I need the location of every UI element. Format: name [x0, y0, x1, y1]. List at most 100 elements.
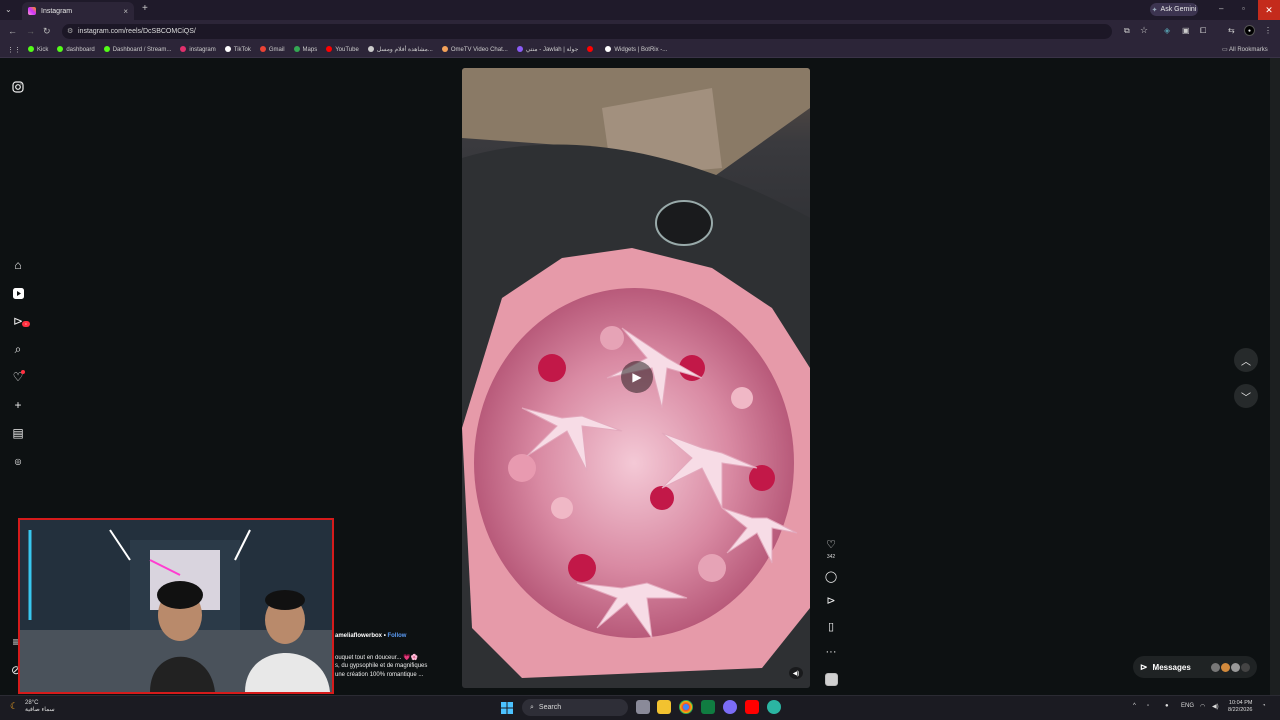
extension-1-icon[interactable]: ◈: [1164, 26, 1170, 35]
bookmark-star-icon[interactable]: ☆: [1140, 25, 1148, 36]
all-bookmarks-button[interactable]: ▭ All Rookmarks: [1222, 46, 1268, 53]
apps-grid-icon[interactable]: ⋮⋮: [7, 46, 21, 54]
file-explorer-icon[interactable]: [657, 700, 671, 714]
bookmark-item[interactable]: instagram: [180, 46, 216, 53]
save-bookmark-icon[interactable]: ▯: [824, 620, 838, 633]
avatar: [1231, 662, 1240, 672]
tab-title: Instagram: [41, 7, 73, 15]
tray-app-icon[interactable]: ▫: [1147, 703, 1149, 709]
windows-start-icon[interactable]: [501, 701, 513, 714]
messages-count-badge: •: [22, 321, 30, 327]
tab-list-chevron-icon[interactable]: ⌄: [5, 5, 12, 14]
search-icon[interactable]: ⌕: [11, 342, 25, 356]
forward-icon[interactable]: →: [26, 26, 35, 36]
avatar: [1221, 662, 1230, 672]
taskbar-search[interactable]: ⌕ Search: [522, 699, 628, 716]
search-icon: ⌕: [530, 703, 534, 711]
reel-author[interactable]: ameliaflowerbox • Follow: [335, 633, 406, 639]
webcam-overlay: [18, 518, 334, 694]
date: 8/22/2026: [1228, 707, 1253, 713]
extensions-puzzle-icon[interactable]: ⧠: [1200, 26, 1206, 36]
follow-button[interactable]: Follow: [387, 633, 406, 639]
bookmark-item[interactable]: YouTube: [326, 46, 359, 53]
bookmark-item[interactable]: TikTok: [224, 46, 251, 53]
ask-gemini-label: Ask Gemini: [1160, 6, 1197, 13]
mute-toggle-icon[interactable]: ◀): [789, 667, 803, 679]
weather-desc: سماء صافية: [25, 707, 55, 713]
tray-chevron-icon[interactable]: ^: [1133, 703, 1136, 709]
weather-temp: 28°C: [25, 700, 39, 706]
time: 10:04 PM: [1228, 700, 1253, 706]
bookmark-item[interactable]: منتي - Jawlah | جولة: [516, 46, 578, 53]
next-reel-button[interactable]: ﹀: [1234, 384, 1258, 408]
previous-reel-button[interactable]: ︿: [1234, 348, 1258, 372]
messages-button[interactable]: ⊳ Messages: [1133, 656, 1257, 678]
tab-close-icon[interactable]: ×: [123, 7, 128, 16]
bookmark-item[interactable]: OmeTV Video Chat...: [441, 46, 508, 53]
bookmark-item[interactable]: Gmail: [259, 46, 285, 53]
bookmark-item[interactable]: Kick: [28, 46, 48, 53]
volume-icon[interactable]: ◀): [1212, 703, 1219, 710]
audio-thumbnail[interactable]: [825, 673, 838, 686]
chrome-icon[interactable]: [679, 700, 693, 714]
task-view-icon[interactable]: [636, 700, 650, 714]
instagram-logo-icon[interactable]: [11, 80, 25, 94]
reload-icon[interactable]: ↻: [43, 26, 51, 37]
like-heart-icon[interactable]: ♡: [824, 538, 838, 551]
bookmark-item[interactable]: Widgets | BotRix -...: [605, 46, 667, 53]
bookmark-item[interactable]: Maps: [293, 46, 317, 53]
new-tab-button[interactable]: +: [142, 3, 148, 14]
restore-button[interactable]: ▫: [1242, 4, 1245, 13]
comment-icon[interactable]: ◯: [824, 570, 838, 583]
author-username[interactable]: ameliaflowerbox: [335, 633, 382, 639]
avatar: [1211, 662, 1220, 672]
dashboard-icon[interactable]: ▤: [11, 426, 25, 440]
avatar: [1241, 662, 1250, 672]
messenger-icon[interactable]: [723, 700, 737, 714]
close-window-button[interactable]: ✕: [1258, 0, 1280, 20]
notification-dot: [21, 370, 25, 374]
ask-gemini-button[interactable]: ✦ Ask Gemini: [1150, 3, 1198, 16]
profile-avatar[interactable]: ●: [1244, 25, 1255, 36]
back-icon[interactable]: ←: [8, 26, 17, 36]
extension-2-icon[interactable]: ▣: [1182, 26, 1190, 35]
youtube-icon[interactable]: [745, 700, 759, 714]
browser-menu-icon[interactable]: ⋮: [1264, 26, 1272, 35]
wifi-icon[interactable]: ◠: [1200, 703, 1205, 710]
bookmark-item[interactable]: dashboard: [57, 46, 95, 53]
weather-icon: ☾: [10, 701, 19, 711]
webcam-feed: [20, 520, 332, 692]
site-info-icon[interactable]: ⚙: [67, 27, 73, 35]
share-icon[interactable]: ⊳: [824, 594, 838, 607]
notifications-bell-icon[interactable]: ◔: [1262, 703, 1266, 709]
reels-icon[interactable]: [11, 286, 25, 300]
minimize-button[interactable]: –: [1219, 4, 1223, 13]
more-options-icon[interactable]: ···: [824, 646, 838, 658]
excel-icon[interactable]: [701, 700, 715, 714]
install-app-icon[interactable]: ⧉: [1124, 26, 1130, 36]
page-scrollbar[interactable]: [1270, 58, 1280, 695]
like-count: 342: [826, 554, 836, 560]
home-icon[interactable]: ⌂: [11, 258, 25, 272]
clock[interactable]: 10:04 PM 8/22/2026: [1228, 700, 1252, 714]
bookmarks-bar: ⋮⋮ Kick dashboard Dashboard / Stream... …: [0, 42, 1280, 58]
bookmark-item[interactable]: Dashboard / Stream...: [103, 46, 171, 53]
cast-icon[interactable]: ⇆: [1228, 26, 1235, 35]
create-plus-icon[interactable]: +: [11, 398, 25, 412]
play-button[interactable]: ▶: [621, 361, 653, 393]
microphone-icon[interactable]: ●: [1165, 703, 1169, 709]
edge-icon[interactable]: [767, 700, 781, 714]
address-bar[interactable]: ⚙ instagram.com/reels/DcSBCOMCiQS/: [62, 24, 1112, 39]
profile-avatar-icon[interactable]: ◎: [11, 454, 25, 468]
language-indicator[interactable]: ENG: [1181, 703, 1194, 709]
weather-widget[interactable]: 28°C سماء صافية: [25, 700, 55, 714]
instagram-favicon-icon: [28, 7, 36, 15]
tab-instagram[interactable]: Instagram ×: [22, 2, 134, 20]
bookmark-item[interactable]: مشاهدة أفلام ومسل...: [367, 46, 433, 53]
folder-icon: ▭: [1222, 47, 1230, 53]
caption-line: s, du gypsophile et de magnifiques: [335, 663, 428, 669]
messages-label: Messages: [1152, 662, 1191, 672]
bookmark-item[interactable]: [587, 46, 596, 53]
dot-separator: •: [383, 633, 386, 639]
message-avatars: [1211, 662, 1250, 672]
